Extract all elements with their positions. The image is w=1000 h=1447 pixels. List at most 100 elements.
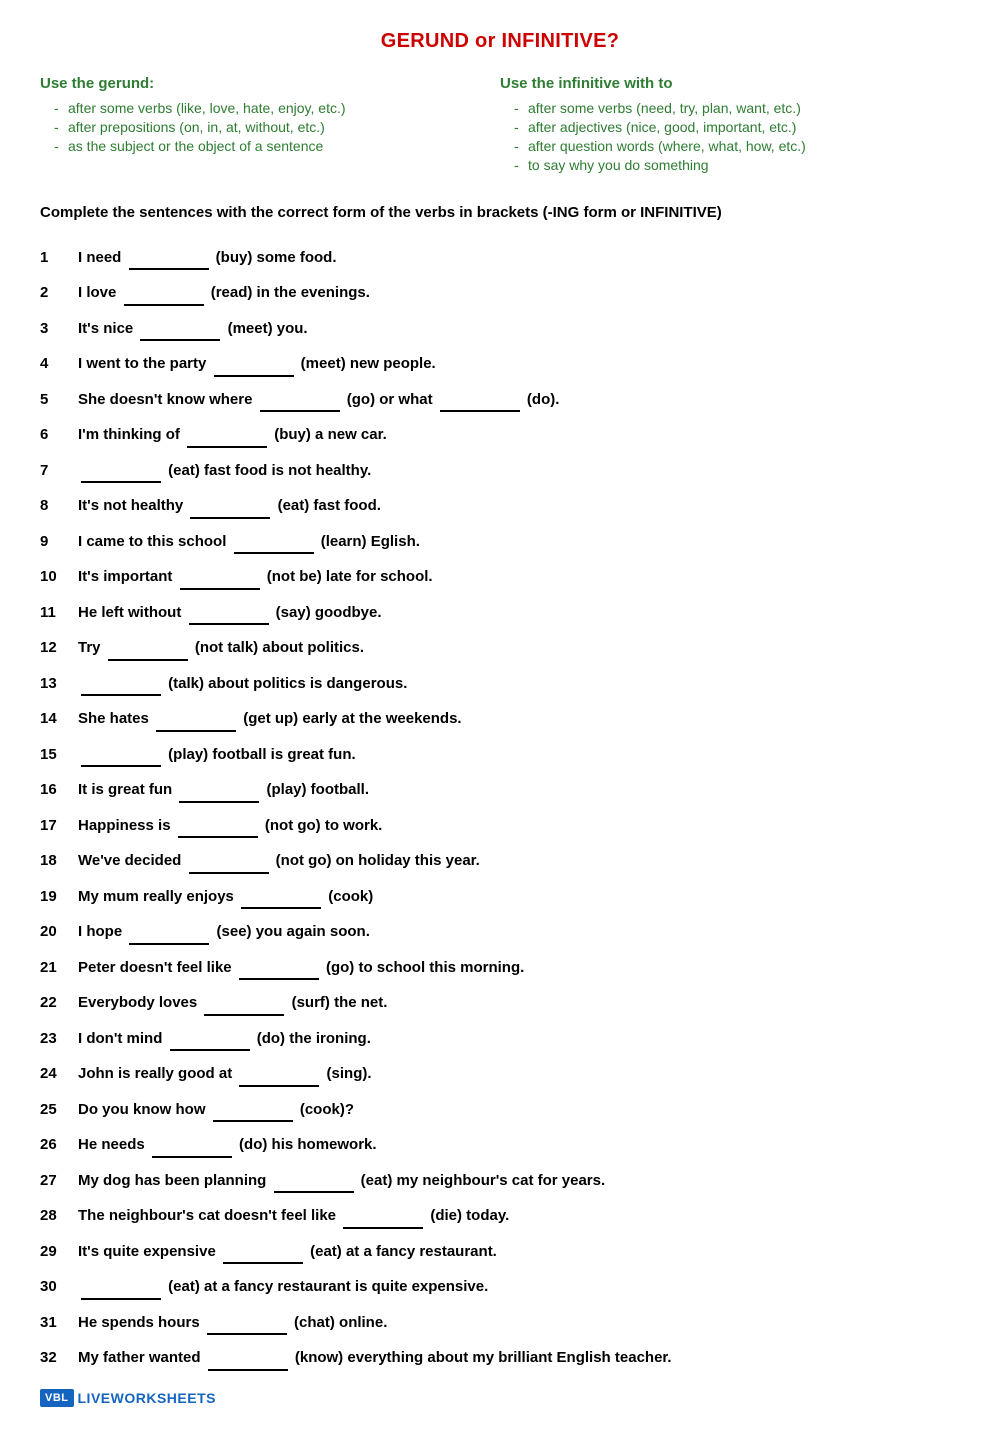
infinitive-list: after some verbs (need, try, plan, want,… [500,100,960,173]
gerund-heading: Use the gerund: [40,75,500,92]
answer-blank[interactable] [241,905,321,909]
exercise-row-4: 4I went to the party (meet) new people. [40,351,960,377]
answer-blank[interactable] [108,657,188,661]
answer-blank[interactable] [178,834,258,838]
exercise-row-6: 6I'm thinking of (buy) a new car. [40,422,960,448]
answer-blank[interactable] [274,1189,354,1193]
exercise-number-14: 14 [40,707,78,731]
logo-abbr: VBL [40,1389,74,1407]
answer-blank[interactable] [156,728,236,732]
exercise-text-18: We've decided (not go) on holiday this y… [78,848,960,874]
exercise-text-5: She doesn't know where (go) or what (do)… [78,387,960,413]
answer-blank[interactable] [214,373,294,377]
exercise-text-13: (talk) about politics is dangerous. [78,671,960,697]
exercise-row-13: 13 (talk) about politics is dangerous. [40,671,960,697]
exercise-row-26: 26He needs (do) his homework. [40,1132,960,1158]
exercise-row-3: 3It's nice (meet) you. [40,316,960,342]
exercise-row-20: 20I hope (see) you again soon. [40,919,960,945]
exercise-text-27: My dog has been planning (eat) my neighb… [78,1168,960,1194]
exercise-text-19: My mum really enjoys (cook) [78,884,960,910]
exercise-row-17: 17Happiness is (not go) to work. [40,813,960,839]
exercise-row-2: 2I love (read) in the evenings. [40,280,960,306]
exercise-number-6: 6 [40,423,78,447]
exercise-text-28: The neighbour's cat doesn't feel like (d… [78,1203,960,1229]
exercise-row-19: 19My mum really enjoys (cook) [40,884,960,910]
exercise-row-16: 16It is great fun (play) football. [40,777,960,803]
answer-blank[interactable] [124,302,204,306]
answer-blank[interactable] [179,799,259,803]
exercise-text-10: It's important (not be) late for school. [78,564,960,590]
exercise-number-20: 20 [40,920,78,944]
gerund-item-2: after prepositions (on, in, at, without,… [50,119,500,135]
exercise-text-8: It's not healthy (eat) fast food. [78,493,960,519]
answer-blank[interactable] [343,1225,423,1229]
answer-blank[interactable] [189,621,269,625]
answer-blank[interactable] [234,550,314,554]
exercise-row-8: 8It's not healthy (eat) fast food. [40,493,960,519]
exercise-row-9: 9I came to this school (learn) Eglish. [40,529,960,555]
answer-blank[interactable] [187,444,267,448]
exercise-number-5: 5 [40,388,78,412]
infinitive-item-2: after adjectives (nice, good, important,… [510,119,960,135]
exercise-number-13: 13 [40,672,78,696]
exercise-number-15: 15 [40,743,78,767]
answer-blank[interactable] [170,1047,250,1051]
exercise-number-1: 1 [40,246,78,270]
exercise-row-1: 1I need (buy) some food. [40,245,960,271]
answer-blank[interactable] [189,870,269,874]
answer-blank[interactable] [208,1367,288,1371]
infinitive-item-1: after some verbs (need, try, plan, want,… [510,100,960,116]
answer-blank[interactable] [81,1296,161,1300]
answer-blank[interactable] [440,408,520,412]
exercise-number-32: 32 [40,1346,78,1370]
answer-blank[interactable] [81,692,161,696]
footer: VBL LIVEWORKSHEETS [40,1389,960,1407]
answer-blank[interactable] [190,515,270,519]
exercise-row-32: 32My father wanted (know) everything abo… [40,1345,960,1371]
exercise-row-25: 25Do you know how (cook)? [40,1097,960,1123]
gerund-col: Use the gerund: after some verbs (like, … [40,75,500,176]
exercise-text-23: I don't mind (do) the ironing. [78,1026,960,1052]
answer-blank[interactable] [204,1012,284,1016]
answer-blank[interactable] [213,1118,293,1122]
exercise-text-20: I hope (see) you again soon. [78,919,960,945]
exercise-row-23: 23I don't mind (do) the ironing. [40,1026,960,1052]
answer-blank[interactable] [223,1260,303,1264]
exercise-number-31: 31 [40,1311,78,1335]
answer-blank[interactable] [81,479,161,483]
exercise-number-22: 22 [40,991,78,1015]
exercise-row-14: 14She hates (get up) early at the weeken… [40,706,960,732]
exercise-number-12: 12 [40,636,78,660]
exercise-row-21: 21Peter doesn't feel like (go) to school… [40,955,960,981]
exercise-text-16: It is great fun (play) football. [78,777,960,803]
exercise-number-28: 28 [40,1204,78,1228]
exercise-row-30: 30 (eat) at a fancy restaurant is quite … [40,1274,960,1300]
exercise-text-6: I'm thinking of (buy) a new car. [78,422,960,448]
answer-blank[interactable] [207,1331,287,1335]
answer-blank[interactable] [239,1083,319,1087]
exercise-number-19: 19 [40,885,78,909]
logo-name: LIVEWORKSHEETS [78,1390,216,1406]
exercise-row-28: 28The neighbour's cat doesn't feel like … [40,1203,960,1229]
answer-blank[interactable] [81,763,161,767]
exercise-number-11: 11 [40,601,78,625]
exercise-text-4: I went to the party (meet) new people. [78,351,960,377]
rules-section: Use the gerund: after some verbs (like, … [40,75,960,176]
exercises-container: 1I need (buy) some food. 2I love (read) i… [40,245,960,1371]
exercise-number-9: 9 [40,530,78,554]
answer-blank[interactable] [239,976,319,980]
exercise-row-5: 5She doesn't know where (go) or what (do… [40,387,960,413]
answer-blank[interactable] [152,1154,232,1158]
answer-blank[interactable] [129,266,209,270]
answer-blank[interactable] [180,586,260,590]
page-title: GERUND or INFINITIVE? [40,30,960,53]
exercise-text-14: She hates (get up) early at the weekends… [78,706,960,732]
exercise-text-29: It's quite expensive (eat) at a fancy re… [78,1239,960,1265]
answer-blank[interactable] [129,941,209,945]
exercise-text-17: Happiness is (not go) to work. [78,813,960,839]
exercise-row-29: 29It's quite expensive (eat) at a fancy … [40,1239,960,1265]
answer-blank[interactable] [140,337,220,341]
exercise-number-25: 25 [40,1098,78,1122]
answer-blank[interactable] [260,408,340,412]
exercise-number-3: 3 [40,317,78,341]
